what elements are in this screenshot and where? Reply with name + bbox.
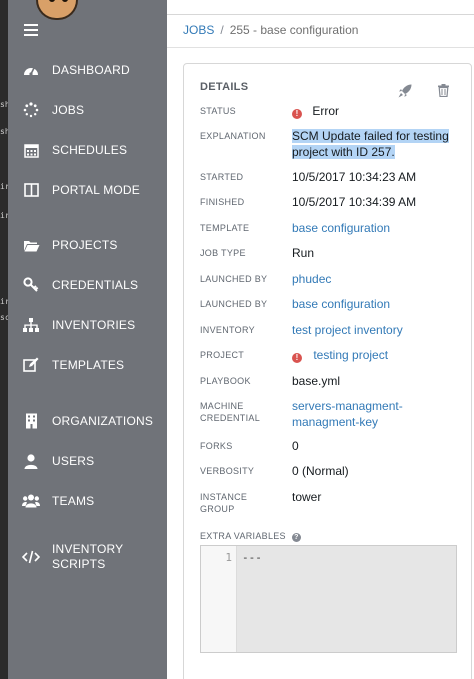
edit-icon xyxy=(22,356,40,374)
project-error-icon: ! xyxy=(292,353,302,363)
sidebar-item-projects[interactable]: PROJECTS xyxy=(8,230,167,260)
sidebar-item-label: TEMPLATES xyxy=(52,357,125,372)
status-label: STATUS xyxy=(200,106,236,116)
breadcrumb-jobs-link[interactable]: JOBS xyxy=(183,23,214,37)
line-number: 1 xyxy=(225,551,232,564)
sidebar-item-users[interactable]: USERS xyxy=(8,446,167,476)
sidebar-item-credentials[interactable]: CREDENTIALS xyxy=(8,270,167,300)
forks-label: FORKS xyxy=(200,441,233,451)
code-icon xyxy=(22,548,40,566)
instance-group-label: INSTANCE GROUP xyxy=(200,492,248,514)
extra-variables-label: EXTRA VARIABLES? xyxy=(200,530,301,542)
sidebar-item-portal-mode[interactable]: PORTAL MODE xyxy=(8,175,167,205)
terminal-window-edge: sh sh ir ir ir sc xyxy=(0,0,10,679)
sidebar-item-label: JOBS xyxy=(52,102,85,117)
launched-by-user-link[interactable]: phudec xyxy=(292,271,331,287)
playbook-label: PLAYBOOK xyxy=(200,376,251,386)
started-value: 10/5/2017 10:34:23 AM xyxy=(292,170,417,184)
sidebar-item-label: SCHEDULES xyxy=(52,142,128,157)
job-type-label: JOB TYPE xyxy=(200,248,246,258)
top-bar xyxy=(167,0,474,15)
help-icon[interactable]: ? xyxy=(291,533,301,542)
error-status-icon: ! xyxy=(292,109,302,119)
project-label: PROJECT xyxy=(200,350,245,360)
sidebar-item-label: TEAMS xyxy=(52,493,95,508)
forks-value: 0 xyxy=(292,439,299,453)
extra-variables-text: EXTRA VARIABLES xyxy=(200,531,286,541)
logo-icon xyxy=(36,0,78,20)
calendar-icon xyxy=(22,141,40,159)
instance-group-value: tower xyxy=(292,490,322,504)
launched-by-template-link[interactable]: base configuration xyxy=(292,296,390,312)
finished-value: 10/5/2017 10:34:39 AM xyxy=(292,195,417,209)
user-icon xyxy=(22,452,40,470)
sidebar-item-label: USERS xyxy=(52,453,95,468)
sidebar-item-teams[interactable]: TEAMS xyxy=(8,486,167,516)
portal-icon xyxy=(22,181,40,199)
sidebar-item-label: DASHBOARD xyxy=(52,62,130,77)
status-text: Error xyxy=(312,104,340,118)
editor-code[interactable]: --- xyxy=(242,551,262,564)
sidebar-item-inventory-scripts[interactable]: INVENTORY SCRIPTS xyxy=(8,540,167,574)
sidebar-item-schedules[interactable]: SCHEDULES xyxy=(8,135,167,165)
sidebar-item-label: ORGANIZATIONS xyxy=(52,413,154,428)
finished-label: FINISHED xyxy=(200,197,245,207)
launched-by-label: LAUNCHED BY xyxy=(200,274,268,284)
sidebar-item-label: INVENTORY SCRIPTS xyxy=(52,542,124,571)
started-label: STARTED xyxy=(200,172,244,182)
project-link[interactable]: testing project xyxy=(313,348,388,362)
explanation-text: SCM Update failed for testing project wi… xyxy=(292,129,449,159)
sidebar-item-dashboard[interactable]: DASHBOARD xyxy=(8,55,167,85)
jobs-spinner-icon xyxy=(22,101,40,119)
users-icon xyxy=(22,492,40,510)
sitemap-icon xyxy=(22,316,40,334)
details-title: DETAILS xyxy=(200,81,249,93)
folder-icon xyxy=(22,236,40,254)
relaunch-rocket-icon[interactable] xyxy=(398,84,414,100)
status-value: ! Error xyxy=(292,103,339,119)
sidebar-item-jobs[interactable]: JOBS xyxy=(8,95,167,125)
hamburger-menu-icon[interactable] xyxy=(24,24,38,36)
project-value: ! testing project xyxy=(292,347,388,363)
launched-by-label: LAUNCHED BY xyxy=(200,299,268,309)
verbosity-value: 0 (Normal) xyxy=(292,464,349,478)
building-icon xyxy=(22,412,40,430)
delete-trash-icon[interactable] xyxy=(438,84,454,100)
template-label: TEMPLATE xyxy=(200,223,250,233)
sidebar-item-inventories[interactable]: INVENTORIES xyxy=(8,310,167,340)
breadcrumb: JOBS / 255 - base configuration xyxy=(183,23,358,37)
sidebar-item-label: INVENTORIES xyxy=(52,317,136,332)
breadcrumb-separator: / xyxy=(220,23,224,37)
machine-credential-label: MACHINE CREDENTIAL xyxy=(200,401,261,423)
sidebar: DASHBOARD JOBS SCHEDULES PORTAL MODE PRO… xyxy=(8,0,167,679)
key-icon xyxy=(22,276,40,294)
editor-gutter: 1 xyxy=(201,546,237,652)
sidebar-item-organizations[interactable]: ORGANIZATIONS xyxy=(8,406,167,436)
breadcrumb-current: 255 - base configuration xyxy=(229,23,359,37)
breadcrumb-divider xyxy=(167,47,474,48)
job-type-value: Run xyxy=(292,246,315,260)
inventory-label: INVENTORY xyxy=(200,325,255,335)
verbosity-label: VERBOSITY xyxy=(200,466,255,476)
sidebar-item-label: PORTAL MODE xyxy=(52,182,140,197)
inventory-link[interactable]: test project inventory xyxy=(292,322,403,338)
sidebar-item-label: PROJECTS xyxy=(52,237,118,252)
machine-credential-link[interactable]: servers-managment-managment-key xyxy=(292,398,412,430)
sidebar-item-label: CREDENTIALS xyxy=(52,277,139,292)
template-link[interactable]: base configuration xyxy=(292,220,390,236)
sidebar-item-templates[interactable]: TEMPLATES xyxy=(8,350,167,380)
explanation-value: SCM Update failed for testing project wi… xyxy=(292,128,452,160)
playbook-value: base.yml xyxy=(292,374,341,388)
dashboard-icon xyxy=(22,61,40,79)
explanation-label: EXPLANATION xyxy=(200,131,266,141)
extra-variables-editor[interactable]: 1 --- xyxy=(200,545,457,653)
